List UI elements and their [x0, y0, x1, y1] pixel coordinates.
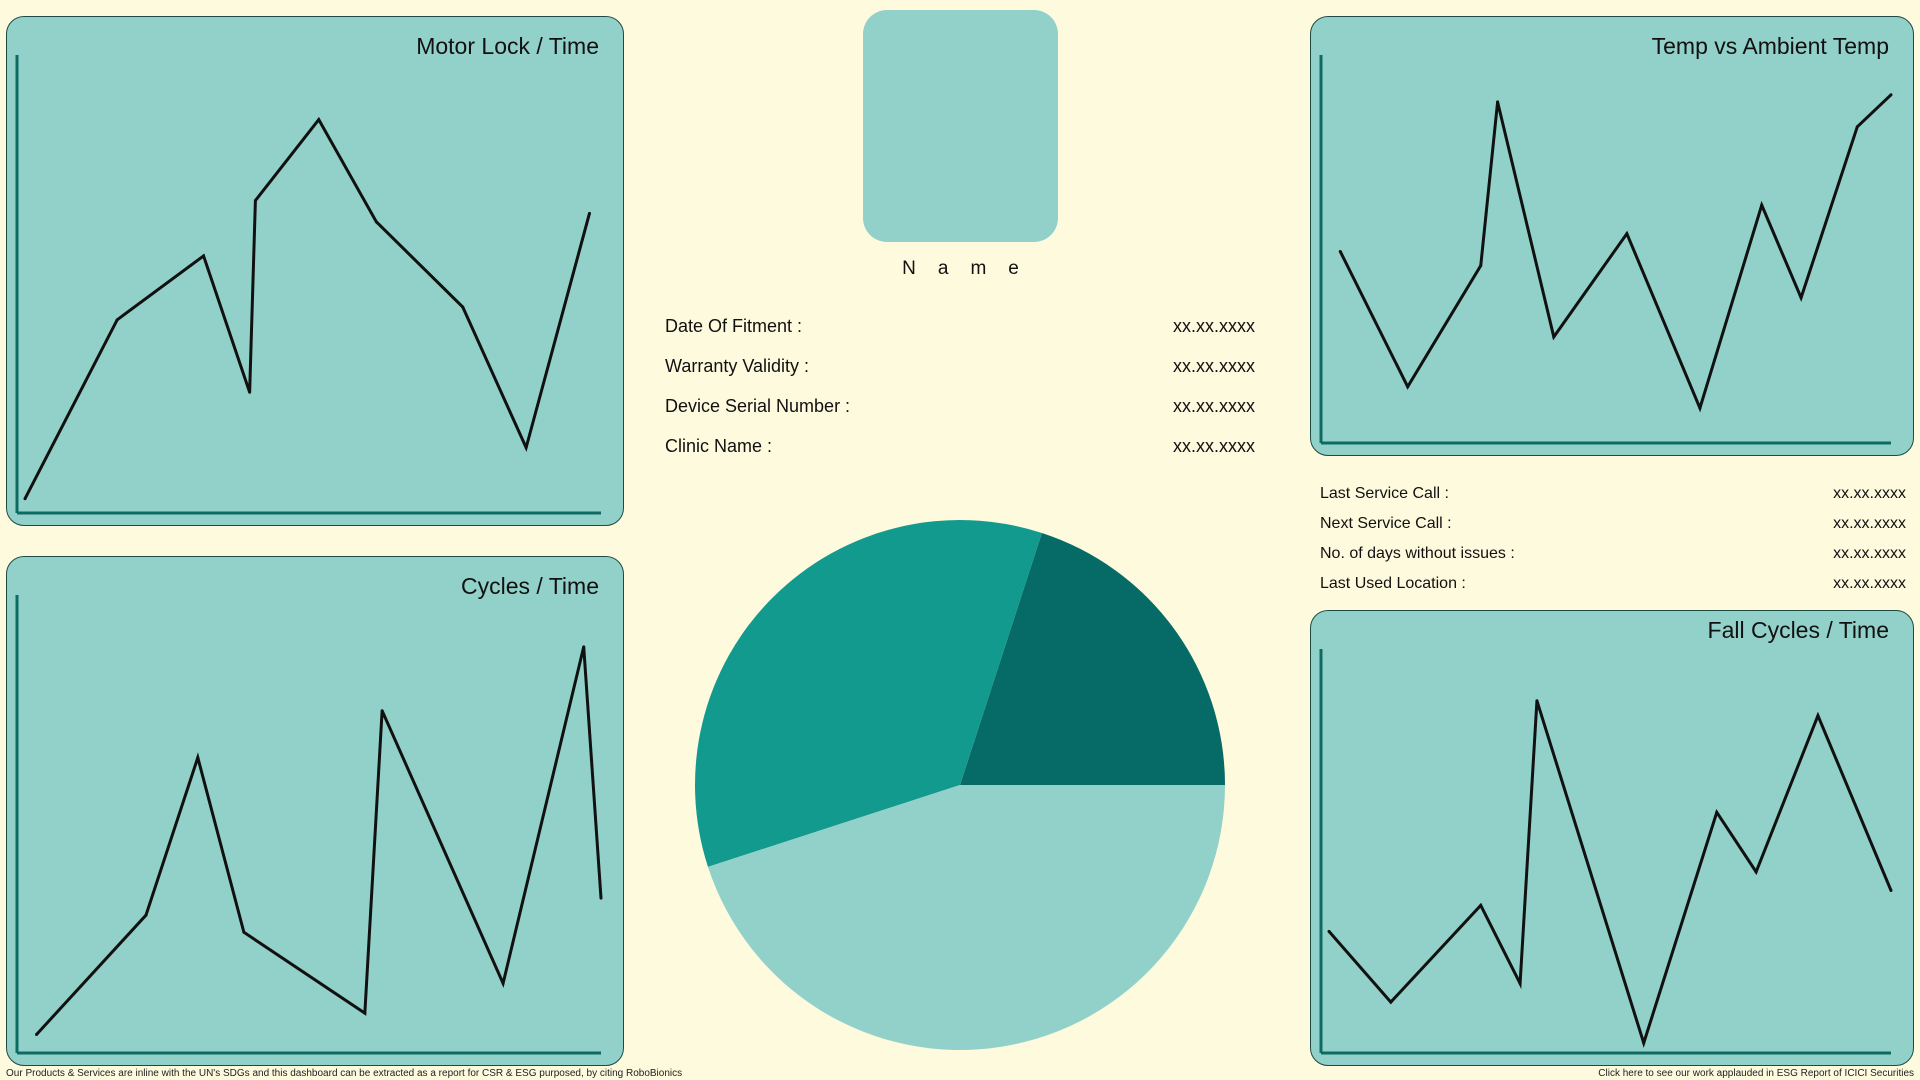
data-point — [461, 305, 465, 309]
temp-chart — [1319, 55, 1893, 445]
info-label: Device Serial Number : — [665, 396, 851, 416]
data-point — [1754, 870, 1758, 874]
data-point — [1816, 714, 1820, 718]
data-point — [1889, 888, 1893, 892]
data-point — [1518, 981, 1522, 985]
data-point — [202, 254, 206, 258]
data-point — [1327, 929, 1331, 933]
data-point — [35, 1032, 39, 1036]
info-value: xx.xx.xxxx — [1833, 485, 1906, 502]
info-value: xx.xx.xxxx — [1833, 515, 1906, 532]
data-point — [144, 913, 148, 917]
info-label: Clinic Name : — [665, 436, 773, 456]
info-value: xx.xx.xxxx — [1172, 356, 1255, 376]
series-line — [35, 646, 603, 1036]
data-point — [1406, 385, 1410, 389]
data-point — [1625, 232, 1629, 236]
data-point — [248, 390, 252, 394]
fall-cycles-chart-card: Fall Cycles / Time — [1310, 610, 1914, 1066]
data-point — [317, 118, 321, 122]
data-point — [1855, 125, 1859, 129]
fall-cycles-chart — [1319, 649, 1893, 1055]
info-value: xx.xx.xxxx — [1172, 316, 1255, 336]
data-point — [1760, 203, 1764, 207]
data-point — [1552, 335, 1556, 339]
data-point — [1479, 264, 1483, 268]
motor-lock-chart-card: Motor Lock / Time — [6, 16, 624, 526]
data-point — [242, 930, 246, 934]
motor-lock-chart — [15, 55, 601, 515]
data-point — [23, 497, 27, 501]
data-point — [1642, 1041, 1646, 1045]
data-point — [1799, 296, 1803, 300]
info-value: xx.xx.xxxx — [1833, 575, 1906, 592]
data-point — [524, 446, 528, 450]
info-label: Warranty Validity : — [665, 356, 810, 376]
data-point — [115, 318, 119, 322]
data-point — [253, 199, 257, 203]
data-point — [501, 981, 505, 985]
data-point — [196, 756, 200, 760]
data-point — [1698, 406, 1702, 410]
data-point — [582, 645, 586, 649]
cycles-chart — [15, 595, 603, 1055]
data-point — [587, 211, 591, 215]
data-point — [599, 896, 603, 900]
series-line — [1327, 700, 1893, 1049]
footer-esg-link[interactable]: Click here to see our work applauded in … — [1598, 1068, 1914, 1079]
info-value: xx.xx.xxxx — [1833, 545, 1906, 562]
series-line — [23, 116, 591, 500]
data-point — [1715, 810, 1719, 814]
info-label: Last Service Call : — [1320, 485, 1449, 502]
data-point — [374, 220, 378, 224]
data-point — [380, 709, 384, 713]
data-point — [1535, 699, 1539, 703]
data-point — [1479, 903, 1483, 907]
data-point — [363, 1011, 367, 1015]
info-label: No. of days without issues : — [1320, 545, 1515, 562]
info-label: Last Used Location : — [1320, 575, 1466, 592]
data-point — [1389, 1000, 1393, 1004]
data-point — [1496, 100, 1500, 104]
info-value: xx.xx.xxxx — [1172, 396, 1255, 416]
cycles-chart-card: Cycles / Time — [6, 556, 624, 1066]
usage-pie-chart — [695, 520, 1225, 1050]
temp-chart-card: Temp vs Ambient Temp — [1310, 16, 1914, 456]
data-point — [1889, 93, 1893, 97]
footer-sdg-note: Our Products & Services are inline with … — [6, 1068, 683, 1079]
series-line — [1338, 93, 1893, 413]
info-label: Next Service Call : — [1320, 515, 1452, 532]
user-name: Name — [902, 258, 1041, 279]
avatar[interactable] — [863, 10, 1058, 242]
data-point — [1338, 249, 1342, 253]
info-value: xx.xx.xxxx — [1172, 436, 1255, 456]
info-label: Date Of Fitment : — [665, 316, 803, 336]
